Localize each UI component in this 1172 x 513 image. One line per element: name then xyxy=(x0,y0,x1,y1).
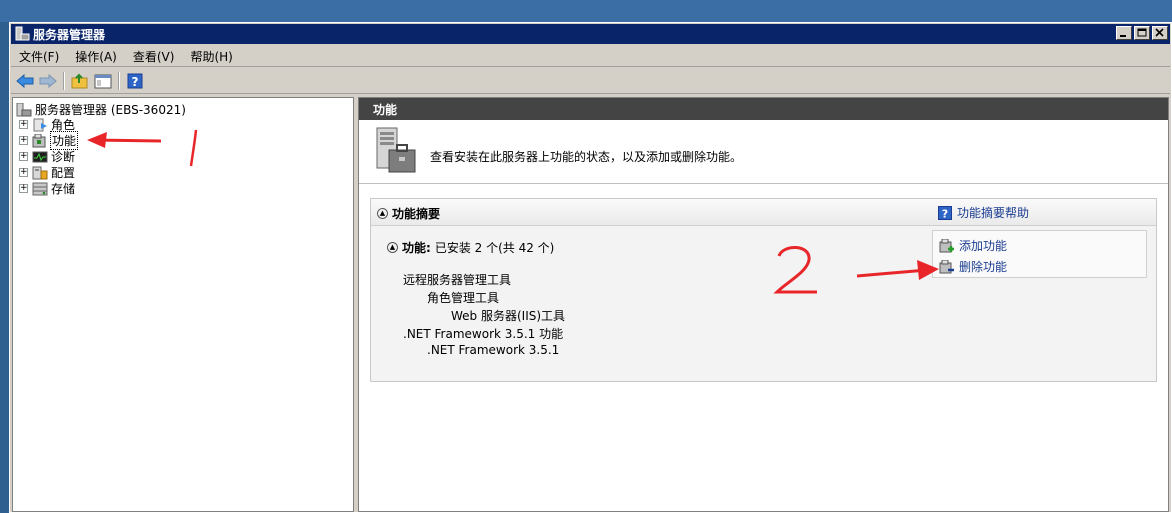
expand-icon[interactable]: + xyxy=(19,152,28,161)
tree-item-configuration[interactable]: + 配置 xyxy=(19,164,75,181)
tree-item-label: 存储 xyxy=(51,182,76,196)
help-link-label: 功能摘要帮助 xyxy=(957,206,1030,220)
remove-features-label: 删除功能 xyxy=(959,260,1008,274)
toolbar-separator xyxy=(118,72,120,90)
toolbar-separator xyxy=(63,72,65,90)
help-icon[interactable]: ? xyxy=(125,71,145,91)
summary-header: ▲ 功能摘要 ? 功能摘要帮助 xyxy=(371,199,1156,226)
expand-icon[interactable]: + xyxy=(19,184,28,193)
tree-item-label: 诊断 xyxy=(51,150,76,164)
annotation-arrow-2 xyxy=(773,246,939,294)
collapse-icon[interactable]: ▲ xyxy=(377,208,388,219)
menu-file[interactable]: 文件(F) xyxy=(11,48,67,65)
menu-help[interactable]: 帮助(H) xyxy=(182,48,240,65)
features-large-icon xyxy=(376,127,416,173)
minimize-button[interactable] xyxy=(1116,26,1132,40)
add-features-label: 添加功能 xyxy=(959,239,1008,253)
expand-icon[interactable]: + xyxy=(19,120,28,129)
installed-feature-item: 角色管理工具 xyxy=(427,291,500,305)
help-icon: ? xyxy=(938,205,952,220)
forward-icon[interactable] xyxy=(38,71,58,91)
features-summary-panel: ▲ 功能摘要 ? 功能摘要帮助 ▲ 功能: 已安装 2 个(共 42 个) 添加… xyxy=(370,198,1157,382)
content-pane: 功能 查看安装在此服务器上功能的状态，以及添加或删除功能。 ▲ 功能摘要 ? 功… xyxy=(358,97,1169,512)
annotation-arrow-1 xyxy=(87,129,198,167)
tree-item-diagnostics[interactable]: + 诊断 xyxy=(19,148,75,165)
svg-text:?: ? xyxy=(942,207,948,220)
summary-title[interactable]: ▲ 功能摘要 xyxy=(377,205,440,222)
menu-view[interactable]: 查看(V) xyxy=(125,48,183,65)
intro-section: 查看安装在此服务器上功能的状态，以及添加或删除功能。 xyxy=(359,120,1168,184)
show-hide-tree-icon[interactable] xyxy=(93,71,113,91)
svg-text:?: ? xyxy=(132,75,139,89)
summary-help-link[interactable]: ? 功能摘要帮助 xyxy=(938,204,1029,221)
features-subsection-header[interactable]: ▲ 功能: 已安装 2 个(共 42 个) xyxy=(387,239,554,256)
features-status: 已安装 2 个(共 42 个) xyxy=(434,241,555,255)
installed-feature-item: 远程服务器管理工具 xyxy=(403,273,512,287)
configuration-icon xyxy=(32,166,48,180)
tree-item-label: 功能 xyxy=(49,131,79,150)
tree-item-label: 角色 xyxy=(51,118,76,132)
storage-icon xyxy=(32,182,48,196)
server-manager-icon xyxy=(14,26,30,42)
features-icon xyxy=(32,133,48,148)
intro-text: 查看安装在此服务器上功能的状态，以及添加或删除功能。 xyxy=(430,150,743,164)
toolbar: ? xyxy=(11,69,1170,94)
desktop-background xyxy=(0,0,1172,22)
remove-features-link[interactable]: 删除功能 xyxy=(939,258,1007,275)
window-title: 服务器管理器 xyxy=(33,27,106,42)
tree-item-roles[interactable]: + 角色 xyxy=(19,116,75,133)
menu-action[interactable]: 操作(A) xyxy=(67,48,125,65)
menu-bar: 文件(F) 操作(A) 查看(V) 帮助(H) xyxy=(11,46,1170,67)
installed-feature-item: .NET Framework 3.5.1 功能 xyxy=(403,327,564,341)
actions-box: 添加功能 删除功能 xyxy=(932,230,1147,278)
tree-item-label: 配置 xyxy=(51,166,76,180)
title-bar[interactable]: 服务器管理器 xyxy=(11,24,1170,44)
diagnostics-icon xyxy=(32,150,48,164)
back-icon[interactable] xyxy=(15,71,35,91)
tree-item-storage[interactable]: + 存储 xyxy=(19,180,75,197)
add-features-link[interactable]: 添加功能 xyxy=(939,237,1007,254)
collapse-icon[interactable]: ▲ xyxy=(387,242,398,253)
expand-icon[interactable]: + xyxy=(19,136,28,145)
server-manager-window: 服务器管理器 文件(F) 操作(A) 查看(V) 帮助(H) ? 服务器管理器 … xyxy=(9,22,1172,513)
installed-feature-item: Web 服务器(IIS)工具 xyxy=(451,309,566,323)
server-manager-icon xyxy=(16,102,32,117)
desktop-background-left xyxy=(0,22,9,513)
installed-feature-item: .NET Framework 3.5.1 xyxy=(427,343,560,357)
expand-icon[interactable]: + xyxy=(19,168,28,177)
summary-title-label: 功能摘要 xyxy=(392,207,441,221)
features-label: 功能: xyxy=(402,241,431,255)
roles-icon xyxy=(32,118,48,132)
close-button[interactable] xyxy=(1152,26,1168,40)
content-header: 功能 xyxy=(359,98,1168,120)
tree-item-features[interactable]: + 功能 xyxy=(19,131,79,150)
up-folder-icon[interactable] xyxy=(70,71,90,91)
maximize-button[interactable] xyxy=(1134,26,1150,40)
console-tree: 服务器管理器 (EBS-36021) + 角色 + 功能 + 诊断 + 配置 +… xyxy=(12,97,354,512)
